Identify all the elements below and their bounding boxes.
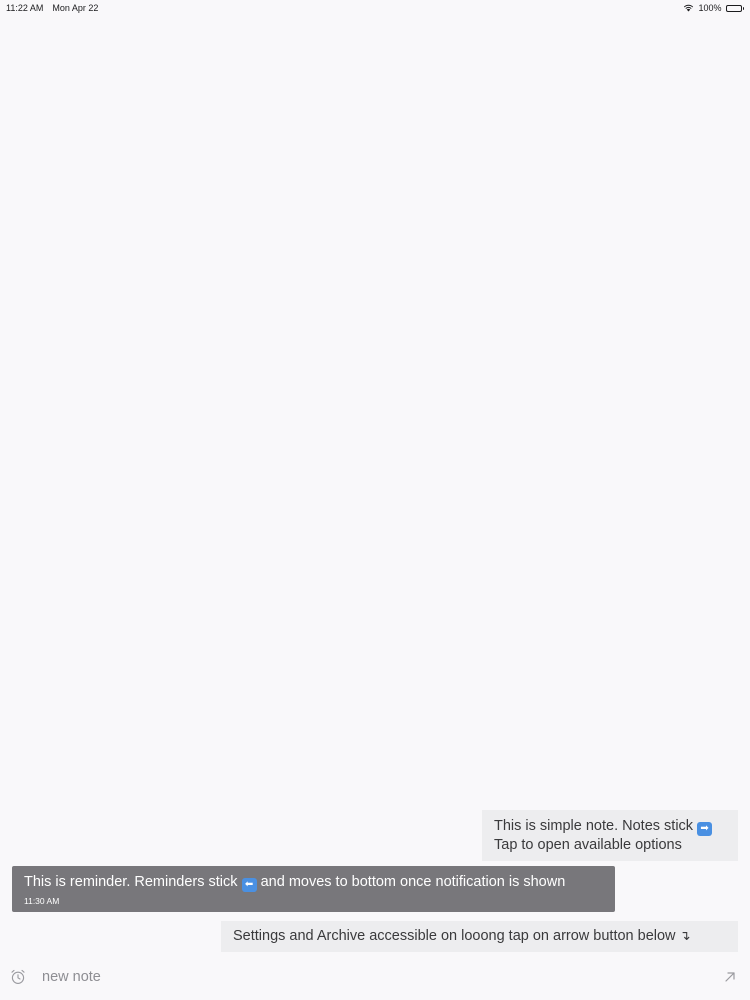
right-arrow-icon: ➡ (697, 822, 713, 836)
settings-note[interactable]: Settings and Archive accessible on looon… (221, 921, 738, 952)
reminder-text: This is reminder. Reminders stick ⬅ and … (24, 873, 603, 892)
notes-screen: 11:22 AM Mon Apr 22 100% This is simple … (0, 0, 750, 1000)
battery-icon (725, 4, 744, 12)
wifi-icon (683, 4, 694, 12)
reminder-text-before: This is reminder. Reminders stick (24, 874, 238, 890)
status-right: 100% (683, 3, 744, 13)
arrow-up-right-icon[interactable] (722, 969, 738, 985)
left-arrow-icon: ⬅ (241, 878, 257, 892)
simple-note-line1: This is simple note. Notes stick ➡ (494, 817, 726, 836)
new-note-input[interactable] (42, 966, 702, 988)
reminder-note[interactable]: This is reminder. Reminders stick ⬅ and … (12, 866, 615, 912)
status-bar: 11:22 AM Mon Apr 22 100% (0, 0, 750, 16)
status-date: Mon Apr 22 (52, 3, 99, 13)
battery-percent: 100% (698, 3, 722, 13)
simple-note-line1-text: This is simple note. Notes stick (494, 818, 694, 834)
down-arrow-icon: ↴ (679, 929, 691, 944)
simple-note-line2: Tap to open available options (494, 837, 682, 853)
status-left: 11:22 AM Mon Apr 22 (6, 3, 98, 13)
status-time: 11:22 AM (6, 3, 44, 13)
reminder-time: 11:30 AM (24, 896, 60, 906)
alarm-clock-icon[interactable] (9, 968, 27, 986)
input-bar (0, 960, 750, 994)
settings-note-text: Settings and Archive accessible on looon… (233, 928, 676, 944)
simple-note[interactable]: This is simple note. Notes stick ➡ Tap t… (482, 810, 738, 861)
reminder-text-after: and moves to bottom once notification is… (260, 874, 566, 890)
